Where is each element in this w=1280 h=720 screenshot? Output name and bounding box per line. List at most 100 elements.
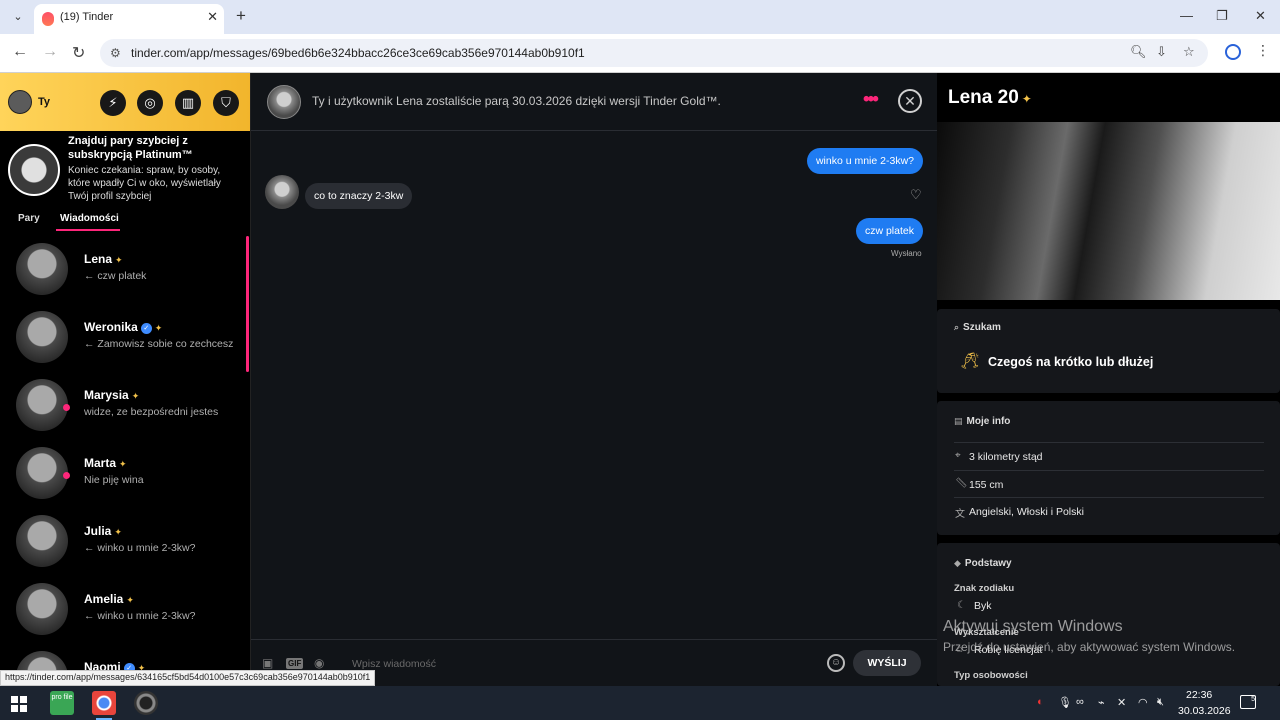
my-avatar[interactable] bbox=[8, 90, 32, 114]
volume-mute-icon[interactable]: 🔇︎ bbox=[1157, 696, 1164, 709]
conversation-last-message: ← czw platek bbox=[84, 270, 147, 282]
moon-icon: ☾ bbox=[957, 600, 966, 611]
chrome-icon[interactable] bbox=[92, 691, 116, 720]
browser-tab-active[interactable]: (19) Tinder ✕ bbox=[34, 4, 224, 34]
more-options-icon[interactable]: ••• bbox=[863, 89, 879, 111]
close-chat-icon[interactable]: ✕ bbox=[898, 89, 922, 113]
conversation-avatar[interactable] bbox=[16, 583, 68, 635]
windows-activation-desc: Przejdź do ustawień, aby aktywować syste… bbox=[943, 640, 1236, 654]
conversation-item[interactable]: Lena ✦ ← czw platek bbox=[0, 238, 246, 302]
message-outgoing[interactable]: winko u mnie 2-3kw? bbox=[806, 148, 923, 174]
conversation-avatar[interactable] bbox=[16, 311, 68, 363]
link-tray-icon[interactable]: ∞ bbox=[1076, 696, 1084, 708]
browser-profile-icon[interactable] bbox=[1225, 44, 1241, 60]
minimize-icon[interactable]: — bbox=[1180, 8, 1193, 23]
windows-start-icon[interactable] bbox=[11, 696, 27, 712]
conversation-item[interactable]: Amelia ✦ ← winko u mnie 2-3kw? bbox=[0, 578, 246, 642]
languages-icon: 文 bbox=[955, 509, 965, 520]
back-arrow-icon[interactable]: ← bbox=[12, 43, 28, 61]
safety-shield-icon[interactable]: ⛉ bbox=[213, 90, 239, 116]
emoji-icon[interactable]: ☺ bbox=[827, 654, 845, 672]
conversation-avatar[interactable] bbox=[16, 515, 68, 567]
conversation-last-message: ← winko u mnie 2-3kw? bbox=[84, 542, 196, 554]
looking-for-title: ⌕ Szukam bbox=[954, 322, 1001, 333]
distance-text: 3 kilometry stąd bbox=[969, 451, 1043, 463]
install-app-icon[interactable]: ⇩ bbox=[1156, 44, 1167, 60]
gold-badge-icon: ✦ bbox=[114, 527, 122, 537]
conversation-item[interactable]: Weronika ✓ ✦ ← Zamowisz sobie co zechcesz bbox=[0, 306, 246, 370]
new-tab-plus-icon[interactable]: + bbox=[236, 6, 246, 26]
conversation-item[interactable]: Marta ✦ Nie piję wina bbox=[0, 442, 246, 506]
message-incoming[interactable]: co to znaczy 2-3kw bbox=[305, 183, 413, 209]
info-row-languages: 文 Angielski, Włoski i Polski bbox=[954, 497, 1264, 524]
conversation-name: Amelia ✦ bbox=[84, 592, 134, 606]
languages-text: Angielski, Włoski i Polski bbox=[969, 506, 1084, 518]
keyboard-tray-icon[interactable]: ✕ bbox=[1117, 696, 1126, 709]
browser-menu-icon[interactable]: ⋮ bbox=[1256, 42, 1270, 59]
window-close-icon[interactable]: ✕ bbox=[1255, 8, 1266, 24]
gold-badge-icon: ✦ bbox=[131, 391, 140, 401]
conversation-name: Marysia ✦ bbox=[84, 388, 139, 402]
champagne-icon: 🥂︎ bbox=[960, 353, 981, 370]
looking-for-value: Czegoś na krótko lub dłużej bbox=[988, 355, 1154, 369]
microphone-icon[interactable]: 🎙︎ bbox=[1058, 696, 1072, 709]
send-button[interactable]: WYŚLIJ bbox=[853, 650, 921, 676]
boost-bolt-icon[interactable]: ⚡ bbox=[100, 90, 126, 116]
conversation-item[interactable]: Julia ✦ ← winko u mnie 2-3kw? bbox=[0, 510, 246, 574]
message-outgoing[interactable]: czw platek bbox=[855, 218, 923, 244]
conversation-last-message: ← winko u mnie 2-3kw? bbox=[84, 610, 196, 622]
tab-matches[interactable]: Pary bbox=[18, 213, 40, 224]
gif-icon[interactable]: GIF bbox=[286, 658, 304, 669]
my-info-card: ▤ Moje info ⌖ 3 kilometry stąd 📏︎ 155 cm 文A… bbox=[937, 401, 1280, 535]
conversation-avatar[interactable] bbox=[16, 379, 68, 431]
clock-time[interactable]: 22:36 bbox=[1186, 689, 1212, 701]
site-info-icon[interactable]: ⚙ bbox=[110, 46, 121, 60]
notification-center-icon[interactable]: 5 bbox=[1240, 695, 1256, 709]
forward-arrow-icon[interactable]: → bbox=[42, 43, 58, 61]
gold-badge-icon: ✦ bbox=[115, 255, 123, 265]
online-dot-icon bbox=[63, 472, 70, 479]
contact-card-icon[interactable]: ▣ bbox=[262, 656, 273, 670]
tab-search-chevron-icon[interactable]: ⌄ bbox=[8, 7, 28, 27]
tab-messages[interactable]: Wiadomości bbox=[60, 213, 119, 224]
conversation-avatar[interactable] bbox=[16, 447, 68, 499]
maximize-icon[interactable]: ❐ bbox=[1216, 8, 1228, 24]
address-bar[interactable]: ⚙ tinder.com/app/messages/69bed6b6e324bb… bbox=[100, 39, 1208, 67]
message-input[interactable]: Wpisz wiadomość bbox=[352, 658, 436, 670]
like-heart-icon[interactable]: ♡ bbox=[910, 187, 922, 203]
tinder-flame-icon bbox=[42, 12, 54, 26]
obs-icon[interactable] bbox=[134, 691, 158, 715]
promo-description: Koniec czekania: spraw, by osoby, które … bbox=[68, 165, 221, 202]
profile-name: Lena 20 ✦ bbox=[948, 87, 1032, 109]
platinum-promo[interactable]: Znajduj pary szybciej z subskrypcją Plat… bbox=[0, 131, 250, 205]
network-off-icon[interactable]: ⌁ bbox=[1098, 696, 1105, 709]
bookmark-star-icon[interactable]: ☆ bbox=[1183, 44, 1195, 60]
url-text[interactable]: tinder.com/app/messages/69bed6b6e324bbac… bbox=[131, 46, 585, 60]
basics-card: ◆ Podstawy Znak zodiaku ☾ Byk Wykształcen… bbox=[937, 543, 1280, 686]
tab-close-icon[interactable]: ✕ bbox=[207, 9, 218, 25]
zoom-icon[interactable]: 🔍︎ bbox=[1130, 44, 1147, 60]
sidebar-header: Ty ⚡ ◎ ▥ ⛉ bbox=[0, 73, 250, 131]
location-pin-icon: ⌖ bbox=[955, 450, 961, 461]
briefcase-icon[interactable]: ▥ bbox=[175, 90, 201, 116]
tray-app-icon[interactable]: ◐ bbox=[1037, 696, 1044, 708]
browser-tabbar: ⌄ (19) Tinder ✕ + — ❐ ✕ bbox=[0, 0, 1280, 34]
profile-app-icon[interactable]: pro file bbox=[50, 691, 74, 715]
conversation-name: Lena ✦ bbox=[84, 252, 123, 266]
conversation-avatar[interactable] bbox=[16, 243, 68, 295]
clock-date[interactable]: 30.03.2026 bbox=[1178, 705, 1231, 717]
conversation-name: Julia ✦ bbox=[84, 524, 122, 538]
list-scrollbar[interactable] bbox=[246, 236, 249, 372]
spotify-icon[interactable]: ◉ bbox=[314, 656, 324, 670]
message-sender-avatar[interactable] bbox=[265, 175, 299, 209]
my-profile-label[interactable]: Ty bbox=[38, 96, 50, 108]
match-avatar[interactable] bbox=[267, 85, 301, 119]
profile-photo[interactable] bbox=[937, 122, 1280, 300]
wifi-icon[interactable]: ◠ bbox=[1138, 696, 1148, 709]
conversation-name-text: Marta bbox=[84, 456, 117, 470]
conversation-item[interactable]: Marysia ✦ widze, ze bezpośredni jestes bbox=[0, 374, 246, 438]
explore-compass-icon[interactable]: ◎ bbox=[137, 90, 163, 116]
reload-icon[interactable]: ↻ bbox=[72, 43, 85, 63]
match-info-text: Ty i użytkownik Lena zostaliście parą 30… bbox=[312, 94, 721, 108]
info-row-height: 📏︎ 155 cm bbox=[954, 470, 1264, 497]
